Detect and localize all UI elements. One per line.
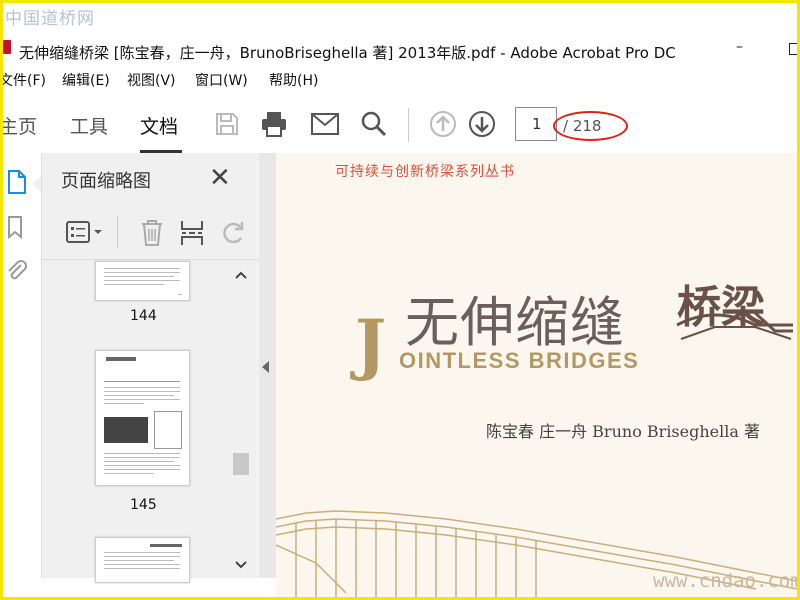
main-toolbar: 主页 工具 文档 xyxy=(3,98,797,153)
menu-help[interactable]: 帮助(H) xyxy=(269,70,318,90)
page-thumbnails-icon[interactable] xyxy=(5,169,27,199)
previous-page-icon[interactable] xyxy=(427,108,459,140)
authors: 陈宝春 庄一舟 Bruno Briseghella 著 xyxy=(486,422,760,441)
acrobat-app-icon xyxy=(3,40,11,54)
tab-tools[interactable]: 工具 xyxy=(70,112,108,139)
rotate-icon[interactable] xyxy=(221,220,247,250)
watermark-bottom: www.cndao.com xyxy=(653,570,797,592)
tab-document[interactable]: 文档 xyxy=(140,112,178,139)
print-icon[interactable] xyxy=(258,108,290,140)
extract-page-icon[interactable] xyxy=(179,218,205,252)
email-icon[interactable] xyxy=(309,108,341,140)
menu-file[interactable]: 文件(F) xyxy=(3,70,46,90)
panel-title: 页面缩略图 xyxy=(61,171,151,192)
book-title-cn: 无伸缩缝 xyxy=(405,291,625,354)
panel-toolbar-separator xyxy=(117,216,118,248)
attachment-icon[interactable] xyxy=(5,257,27,287)
tab-home[interactable]: 主页 xyxy=(3,112,37,139)
scroll-up-icon[interactable] xyxy=(235,271,247,279)
maximize-button[interactable] xyxy=(789,43,797,55)
thumbnail-label: 144 xyxy=(130,308,157,324)
menu-view[interactable]: 视图(V) xyxy=(127,70,176,90)
scroll-thumb[interactable] xyxy=(233,453,249,475)
page-thumbnail-146[interactable] xyxy=(95,537,190,583)
save-icon[interactable] xyxy=(211,108,243,140)
page-thumbnail-145[interactable] xyxy=(95,350,190,486)
search-icon[interactable] xyxy=(358,108,390,140)
window-title: 无伸缩缝桥梁 [陈宝春，庄一舟，BrunoBriseghella 著] 2013… xyxy=(19,44,676,62)
panel-divider xyxy=(41,259,259,260)
panel-toolbar xyxy=(41,208,259,258)
annotation-ellipse xyxy=(553,111,628,141)
navigation-rail xyxy=(3,153,42,597)
thumbnail-label: 145 xyxy=(130,497,157,513)
series-title: 可持续与创新桥梁系列丛书 xyxy=(335,164,515,180)
menu-window[interactable]: 窗口(W) xyxy=(195,70,248,90)
options-menu-icon[interactable] xyxy=(65,220,105,250)
minimize-button[interactable]: – xyxy=(736,39,743,55)
collapse-panel-icon[interactable] xyxy=(262,361,269,373)
title-initial: J xyxy=(355,305,387,383)
next-page-icon[interactable] xyxy=(466,108,498,140)
close-icon[interactable]: ✕ xyxy=(209,163,231,193)
window-frame: 中国道桥网 无伸缩缝桥梁 [陈宝春，庄一舟，BrunoBriseghella 著… xyxy=(3,3,797,597)
bridge-logo-icon xyxy=(676,309,793,340)
watermark-top: 中国道桥网 xyxy=(5,9,95,29)
page-number-input[interactable]: 1 xyxy=(515,107,557,141)
thumbnail-scrollbar[interactable] xyxy=(231,265,251,577)
bookmark-icon[interactable] xyxy=(7,215,23,243)
book-title-en: OINTLESS BRIDGES xyxy=(399,348,640,373)
scroll-down-icon[interactable] xyxy=(235,561,247,569)
page-thumbnail-144[interactable] xyxy=(95,261,190,301)
delete-page-icon[interactable] xyxy=(139,218,165,252)
toolbar-separator xyxy=(408,108,409,142)
menu-edit[interactable]: 编辑(E) xyxy=(62,70,110,90)
